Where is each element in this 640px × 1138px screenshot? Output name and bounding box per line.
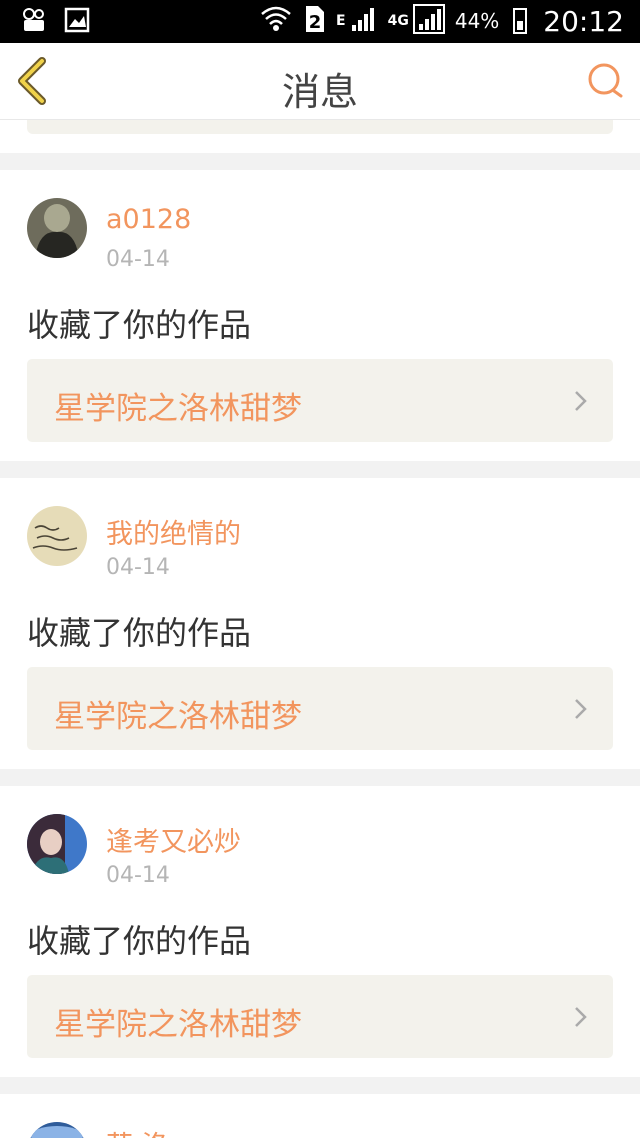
search-icon [588,63,623,98]
chevron-right-icon [575,1007,587,1027]
notification-date: 04-14 [106,555,170,580]
search-button[interactable] [586,61,626,101]
list-item: 我的绝情的 04-14 收藏了你的作品 星学院之洛林甜梦 [0,478,640,769]
wifi-icon [260,4,292,38]
work-title: 星学院之洛林甜梦 [54,391,302,427]
work-link[interactable]: 星学院之洛林甜梦 [27,667,613,750]
list-item-partial: 莯·洛 [0,1094,640,1138]
notification-list[interactable]: a0128 04-14 收藏了你的作品 星学院之洛林甜梦 我的绝情的 04-14… [0,120,640,1138]
notification-date: 04-14 [106,863,170,888]
username[interactable]: 莯·洛 [106,1124,169,1138]
divider [0,1077,640,1094]
list-item: 逢考又必炒 04-14 收藏了你的作品 星学院之洛林甜梦 [0,786,640,1077]
gallery-notification-icon [64,7,90,37]
username[interactable]: 逢考又必炒 [106,820,241,859]
app-header: 消息 [0,43,640,120]
signal-icon-1 [350,5,378,37]
list-item-partial-top [0,120,640,153]
action-text: 收藏了你的作品 [27,614,252,652]
svg-text:2: 2 [309,12,322,33]
battery-percent: 44% [454,9,500,33]
edge-label: E [336,13,346,29]
divider [0,769,640,786]
username[interactable]: 我的绝情的 [106,512,241,551]
avatar[interactable] [27,814,87,874]
notification-date: 04-14 [106,247,170,272]
work-link[interactable]: 星学院之洛林甜梦 [27,359,613,442]
username[interactable]: a0128 [106,204,191,235]
action-text: 收藏了你的作品 [27,922,252,960]
work-title: 星学院之洛林甜梦 [54,1007,302,1043]
status-bar: 2 E 4G 44% 20:12 [0,0,640,43]
chevron-right-icon [575,699,587,719]
battery-icon [513,8,528,34]
film-notification-icon [22,7,46,37]
work-link[interactable]: 星学院之洛林甜梦 [27,975,613,1058]
chevron-right-icon [575,391,587,411]
clock: 20:12 [543,4,624,38]
network-4g-label: 4G [387,13,409,29]
work-link-partial[interactable] [27,120,613,134]
list-item: a0128 04-14 收藏了你的作品 星学院之洛林甜梦 [0,170,640,461]
work-title: 星学院之洛林甜梦 [54,699,302,735]
avatar[interactable] [27,506,87,566]
avatar[interactable] [27,198,87,258]
signal-icon-2 [412,4,445,38]
page-title: 消息 [281,70,358,114]
divider [0,461,640,478]
avatar[interactable] [27,1122,87,1138]
action-text: 收藏了你的作品 [27,306,252,344]
divider [0,153,640,170]
sim-icon: 2 [302,4,326,38]
